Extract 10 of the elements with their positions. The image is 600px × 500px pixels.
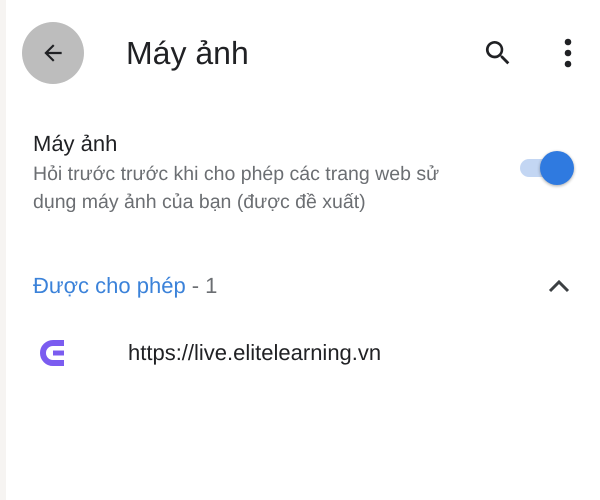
section-header[interactable]: Được cho phép - 1 [6, 264, 600, 308]
section-count: - 1 [192, 273, 218, 299]
section-label: Được cho phép [33, 273, 186, 299]
camera-toggle[interactable] [518, 149, 574, 185]
setting-description: Hỏi trước trước khi cho phép các trang web sử dụng máy ảnh của bạn (được đề xuất) [33, 162, 440, 215]
page-title: Máy ảnh [126, 34, 250, 72]
setting-title: Máy ảnh [33, 130, 118, 158]
more-icon [563, 38, 573, 68]
site-url[interactable]: https://live.elitelearning.vn [128, 340, 382, 366]
chevron-icon [548, 279, 570, 293]
